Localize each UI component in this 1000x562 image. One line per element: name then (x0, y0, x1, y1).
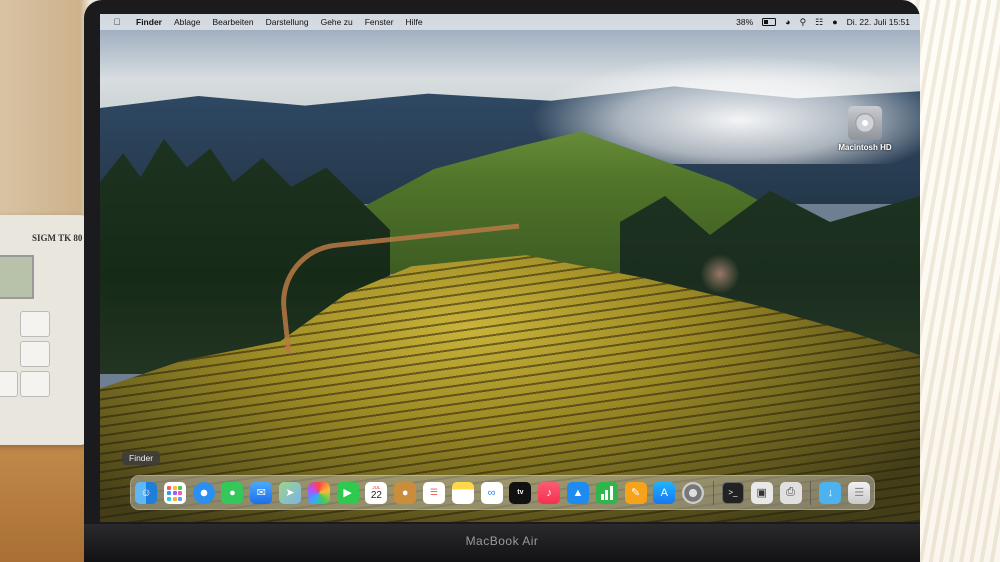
printer-icon[interactable]: ⎙ (779, 481, 802, 504)
siri-icon[interactable]: ● (832, 17, 837, 27)
menu-darstellung[interactable]: Darstellung (266, 17, 309, 27)
laptop-chin: MacBook Air (84, 524, 920, 562)
apple-logo-icon[interactable]:  (110, 17, 124, 27)
app-store-icon[interactable]: A (653, 481, 676, 504)
lens-flare (700, 254, 740, 294)
safari-icon[interactable] (192, 481, 215, 504)
system-settings-icon[interactable] (682, 481, 705, 504)
terminal-icon[interactable]: >_ (721, 481, 744, 504)
wifi-icon[interactable]: ◕ (785, 17, 790, 27)
finder-icon[interactable]: ☺ (135, 481, 157, 504)
phone-key (0, 371, 18, 397)
desk-phone: SIGM TK 80 (0, 215, 90, 445)
desktop-wallpaper (100, 14, 920, 522)
facetime-icon[interactable]: ▶ (336, 481, 359, 504)
menu-hilfe[interactable]: Hilfe (406, 17, 423, 27)
menu-bearbeiten[interactable]: Bearbeiten (212, 17, 253, 27)
drive-label: Macintosh HD (838, 143, 892, 152)
preview-icon[interactable]: ▣ (750, 481, 773, 504)
spotlight-search-icon[interactable]: ⚲ (800, 17, 807, 27)
dock-separator (810, 480, 812, 505)
mail-icon[interactable]: ✉ (250, 481, 273, 504)
hard-drive-icon[interactable] (848, 106, 882, 140)
menu-clock[interactable]: Di. 22. Juli 15:51 (847, 17, 910, 27)
phone-key (20, 371, 50, 397)
tv-label: tv (517, 489, 524, 496)
downloads-folder-icon[interactable]: ↓ (819, 481, 842, 504)
music-icon[interactable]: ♪ (538, 481, 561, 504)
phone-display (0, 255, 34, 299)
reminders-icon[interactable]: ☰ (422, 481, 445, 504)
phone-key (20, 311, 50, 337)
phone-key (20, 341, 50, 367)
menu-bar-status: 38% ◕ ⚲ ☷ ● Di. 22. Juli 15:51 (736, 17, 910, 27)
pages-icon[interactable]: ✎ (624, 481, 647, 504)
maps-icon[interactable]: ➤ (278, 481, 301, 504)
dock-tooltip: Finder (122, 451, 161, 465)
photos-icon[interactable] (307, 481, 330, 504)
contacts-icon[interactable]: ● (394, 481, 417, 504)
trash-icon[interactable]: ☰ (848, 481, 871, 504)
menu-fenster[interactable]: Fenster (365, 17, 394, 27)
laptop-model-label: MacBook Air (465, 534, 539, 548)
menu-ablage[interactable]: Ablage (174, 17, 200, 27)
numbers-icon[interactable] (595, 481, 618, 504)
control-center-icon[interactable]: ☷ (815, 17, 823, 27)
battery-icon[interactable] (762, 18, 777, 26)
tv-icon[interactable]: tv (509, 481, 532, 504)
desktop-drive-macintosh-hd[interactable]: Macintosh HD (830, 106, 900, 152)
window-light (910, 0, 1000, 562)
dock-separator (712, 480, 714, 505)
keynote-icon[interactable]: ▲ (566, 481, 589, 504)
launchpad-icon[interactable] (163, 481, 186, 504)
freeform-icon[interactable]: ∞ (480, 481, 503, 504)
calendar-day: 22 (370, 489, 382, 501)
dock: ☺ ● ✉ ➤ ▶ JUL 22 ● ☰ ∞ tv ♪ ▲ ✎ A >_ ▣ ⎙… (130, 475, 875, 510)
messages-icon[interactable]: ● (221, 481, 244, 504)
menu-gehe-zu[interactable]: Gehe zu (321, 17, 353, 27)
mac-screen:  Finder Ablage Bearbeiten Darstellung G… (100, 14, 920, 522)
battery-percent[interactable]: 38% (736, 17, 753, 27)
menu-bar:  Finder Ablage Bearbeiten Darstellung G… (100, 14, 920, 30)
notes-icon[interactable] (451, 481, 474, 504)
menu-app-name[interactable]: Finder (136, 17, 162, 27)
calendar-icon[interactable]: JUL 22 (365, 481, 388, 504)
phone-brand: SIGM TK 80 (32, 233, 83, 243)
